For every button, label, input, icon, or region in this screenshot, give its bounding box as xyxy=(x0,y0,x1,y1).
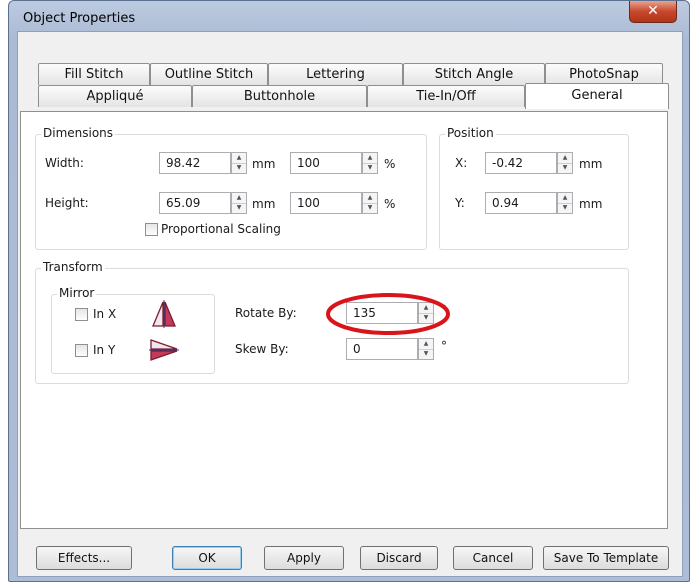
width-label: Width: xyxy=(45,156,84,170)
mirror-in-y-checkbox[interactable] xyxy=(75,344,88,357)
height-spin-button[interactable]: ▲ ▼ xyxy=(231,192,247,214)
x-label: X: xyxy=(455,156,468,170)
skew-by-spin-button[interactable]: ▲ ▼ xyxy=(418,338,434,360)
dimensions-group-label: Dimensions xyxy=(41,126,116,140)
spin-down-icon: ▼ xyxy=(562,164,568,171)
skew-by-input[interactable]: 0 xyxy=(346,338,418,360)
width-spin-button[interactable]: ▲ ▼ xyxy=(231,152,247,174)
y-unit-label: mm xyxy=(579,197,603,211)
spin-down-icon: ▼ xyxy=(367,164,373,171)
cancel-button[interactable]: Cancel xyxy=(453,546,533,570)
height-percent-input[interactable]: 100 xyxy=(290,192,362,214)
height-percent-unit: % xyxy=(384,197,396,211)
mirror-in-x-checkbox[interactable] xyxy=(75,308,88,321)
spin-down-icon: ▼ xyxy=(236,204,242,211)
effects-button[interactable]: Effects... xyxy=(36,546,132,570)
y-label: Y: xyxy=(455,196,465,210)
spin-down-icon: ▼ xyxy=(562,204,568,211)
discard-button[interactable]: Discard xyxy=(360,546,438,570)
x-position-input[interactable]: -0.42 xyxy=(485,152,557,174)
transform-group-label: Transform xyxy=(41,260,105,274)
skew-by-label: Skew By: xyxy=(235,342,289,356)
tab-outline-stitch[interactable]: Outline Stitch xyxy=(150,63,268,85)
tab-lettering[interactable]: Lettering xyxy=(268,63,403,85)
mirror-in-x-label: In X xyxy=(93,307,117,321)
mirror-group xyxy=(51,294,215,374)
window-title: Object Properties xyxy=(23,11,136,26)
x-position-spin-button[interactable]: ▲ ▼ xyxy=(557,152,573,174)
spin-down-icon: ▼ xyxy=(367,204,373,211)
skew-degree-unit: ° xyxy=(441,339,447,353)
spin-down-icon: ▼ xyxy=(236,164,242,171)
height-input[interactable]: 65.09 xyxy=(159,192,231,214)
tab-buttonhole[interactable]: Buttonhole xyxy=(192,85,367,107)
height-percent-spin-button[interactable]: ▲ ▼ xyxy=(362,192,378,214)
mirror-horizontal-icon xyxy=(152,300,176,328)
tab-general[interactable]: General xyxy=(525,83,669,109)
title-bar[interactable]: Object Properties ✕ xyxy=(9,1,689,31)
mirror-vertical-icon xyxy=(149,339,179,361)
y-position-spin-button[interactable]: ▲ ▼ xyxy=(557,192,573,214)
width-percent-input[interactable]: 100 xyxy=(290,152,362,174)
highlight-ellipse xyxy=(326,293,450,335)
proportional-scaling-label: Proportional Scaling xyxy=(161,222,281,236)
apply-button[interactable]: Apply xyxy=(264,546,344,570)
tab-fill-stitch[interactable]: Fill Stitch xyxy=(38,63,150,85)
tab-applique[interactable]: Appliqué xyxy=(38,85,192,107)
height-label: Height: xyxy=(45,196,89,210)
tab-stitch-angle[interactable]: Stitch Angle xyxy=(403,63,545,85)
ok-button[interactable]: OK xyxy=(172,546,242,570)
rotate-by-label: Rotate By: xyxy=(235,306,297,320)
general-tab-panel: Dimensions Width: 98.42 ▲ ▼ mm 100 ▲ ▼ % H… xyxy=(20,111,668,529)
tab-tie-in-off[interactable]: Tie-In/Off xyxy=(367,85,525,107)
save-to-template-button[interactable]: Save To Template xyxy=(543,546,669,570)
tab-photosnap[interactable]: PhotoSnap xyxy=(545,63,663,85)
width-unit-label: mm xyxy=(252,157,276,171)
spin-down-icon: ▼ xyxy=(423,350,429,357)
width-percent-spin-button[interactable]: ▲ ▼ xyxy=(362,152,378,174)
width-percent-unit: % xyxy=(384,157,396,171)
position-group-label: Position xyxy=(445,126,496,140)
mirror-in-y-label: In Y xyxy=(93,343,116,357)
y-position-input[interactable]: 0.94 xyxy=(485,192,557,214)
width-input[interactable]: 98.42 xyxy=(159,152,231,174)
mirror-group-label: Mirror xyxy=(57,286,97,300)
close-button[interactable]: ✕ xyxy=(629,1,677,23)
proportional-scaling-checkbox[interactable] xyxy=(145,223,158,236)
height-unit-label: mm xyxy=(252,197,276,211)
x-unit-label: mm xyxy=(579,157,603,171)
